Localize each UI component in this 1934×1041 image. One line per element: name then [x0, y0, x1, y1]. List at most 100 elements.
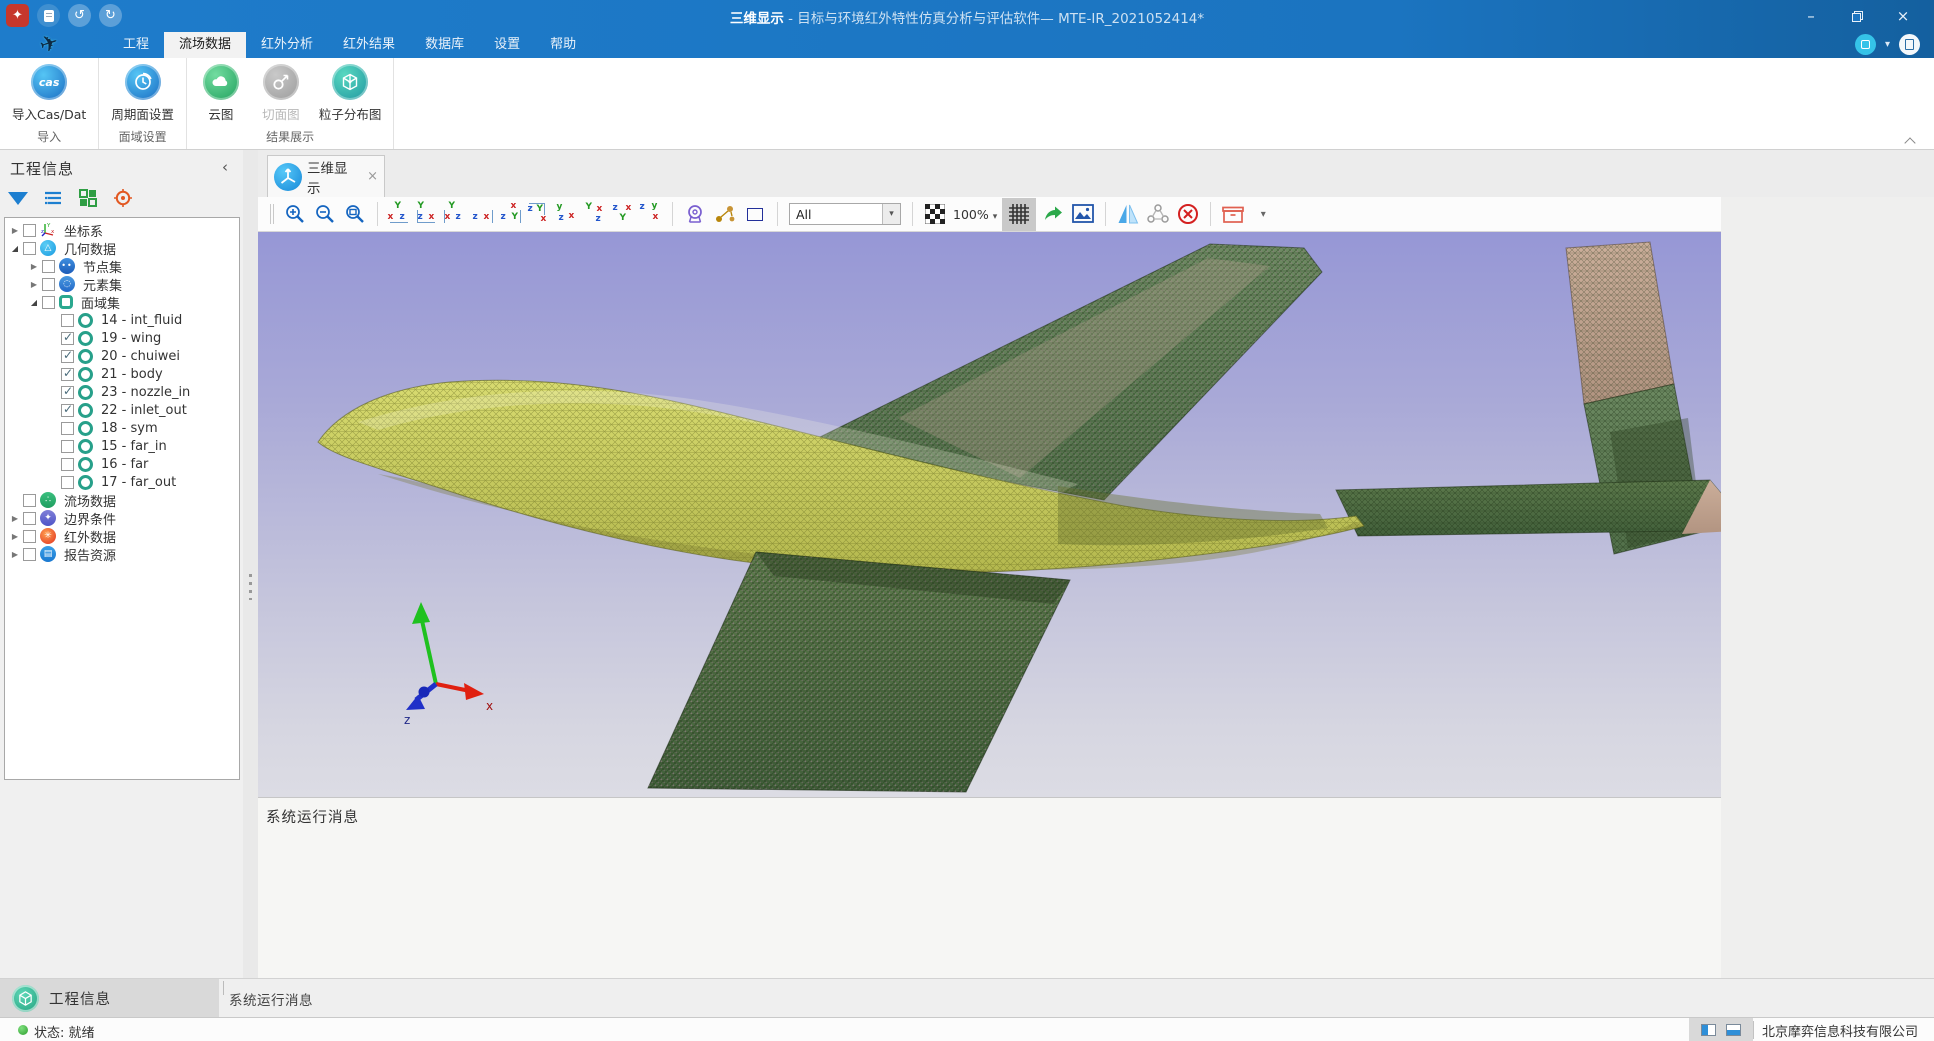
tree-item[interactable]: 22 - inlet_out [5, 401, 239, 419]
rect-select-icon[interactable] [742, 201, 768, 227]
menu-item-6[interactable]: 帮助 [535, 32, 591, 58]
tree-checkbox[interactable] [61, 350, 74, 363]
tree-item[interactable]: 23 - nozzle_in [5, 383, 239, 401]
tree-checkbox[interactable] [61, 476, 74, 489]
tree-checkbox[interactable] [61, 404, 74, 417]
ribbon-collapse-chevron-icon[interactable] [1906, 137, 1916, 143]
tree-expander-icon[interactable]: ▶ [9, 226, 21, 235]
tree-checkbox[interactable] [61, 368, 74, 381]
tree-item[interactable]: ∴流场数据 [5, 491, 239, 509]
menu-item-1[interactable]: 流场数据 [164, 32, 246, 58]
style-switcher-icon[interactable] [1855, 34, 1876, 55]
tree-expander-icon[interactable]: ▶ [28, 280, 40, 289]
tree-item[interactable]: ▶✳红外数据 [5, 527, 239, 545]
more-options-caret-icon[interactable]: ▾ [1250, 201, 1276, 227]
viewport-3d[interactable]: x z [258, 232, 1721, 797]
tree-item[interactable]: 20 - chuiwei [5, 347, 239, 365]
zoom-out-icon[interactable] [312, 201, 338, 227]
menu-item-2[interactable]: 红外分析 [246, 32, 328, 58]
view-left-icon[interactable]: Yxz [443, 202, 468, 227]
tree-expander-icon[interactable]: ▶ [9, 550, 21, 559]
menu-item-3[interactable]: 红外结果 [328, 32, 410, 58]
tree-item[interactable]: 18 - sym [5, 419, 239, 437]
tree-checkbox[interactable] [23, 224, 36, 237]
tree-checkbox[interactable] [42, 296, 55, 309]
tree-checkbox[interactable] [42, 278, 55, 291]
mirror-icon[interactable] [1115, 201, 1141, 227]
menu-item-4[interactable]: 数据库 [410, 32, 479, 58]
view-front-icon[interactable]: Yxz [387, 202, 412, 227]
dropdown-arrow-icon[interactable]: ▾ [882, 204, 900, 224]
particle-map-button[interactable]: 粒子分布图 [313, 62, 388, 127]
tree-expander-icon[interactable]: ◢ [28, 298, 40, 307]
dock-tab-project-info[interactable]: 工程信息 [0, 979, 219, 1018]
view-back-icon[interactable]: Yzx [415, 202, 440, 227]
camera-view-icon[interactable] [682, 201, 708, 227]
view-iso-3-icon[interactable]: zYx [611, 202, 636, 227]
delete-cancel-icon[interactable] [1175, 201, 1201, 227]
layout-split-vertical-icon[interactable] [1701, 1024, 1716, 1036]
tree-checkbox[interactable] [23, 512, 36, 525]
tree-checkbox[interactable] [42, 260, 55, 273]
view-top-icon[interactable]: xzY [499, 202, 524, 227]
tree-checkbox[interactable] [61, 458, 74, 471]
tree-checkbox[interactable] [61, 314, 74, 327]
tree-checkbox[interactable] [23, 548, 36, 561]
tree-checkbox[interactable] [61, 440, 74, 453]
mesh-grid-toggle-icon[interactable] [1002, 198, 1036, 231]
transparency-pattern-icon[interactable] [922, 201, 948, 227]
tree-expander-icon[interactable]: ▶ [9, 514, 21, 523]
grid-view-icon[interactable] [78, 188, 98, 208]
export-share-icon[interactable] [1040, 201, 1066, 227]
import-cas-dat-button[interactable]: cas 导入Cas/Dat [6, 62, 92, 127]
tree-checkbox[interactable] [23, 242, 36, 255]
display-mode-icon[interactable] [712, 201, 738, 227]
tree-item[interactable]: 14 - int_fluid [5, 311, 239, 329]
tree-item[interactable]: 15 - far_in [5, 437, 239, 455]
tree-item[interactable]: 16 - far [5, 455, 239, 473]
tree-expander-icon[interactable]: ▶ [28, 262, 40, 271]
help-book-icon[interactable] [1899, 34, 1920, 55]
tree-checkbox[interactable] [61, 332, 74, 345]
zoom-level-control[interactable]: 100% ▾ [953, 207, 997, 222]
view-iso-2-icon[interactable]: Yxz [583, 202, 608, 227]
tree-item[interactable]: ◢△几何数据 [5, 239, 239, 257]
menu-caret-icon[interactable]: ▾ [1885, 39, 1890, 50]
toolbar-grip[interactable] [270, 204, 274, 224]
tree-item[interactable]: ▶✦边界条件 [5, 509, 239, 527]
snapshot-image-icon[interactable] [1070, 201, 1096, 227]
panel-splitter[interactable] [243, 150, 258, 978]
display-filter-dropdown[interactable]: All ▾ [789, 203, 901, 225]
tree-item[interactable]: ◢面域集 [5, 293, 239, 311]
restore-button[interactable] [1834, 0, 1880, 32]
list-view-icon[interactable] [43, 188, 63, 208]
view-bottom-icon[interactable]: zYx [527, 202, 552, 227]
tree-item[interactable]: 19 - wing [5, 329, 239, 347]
zoom-fit-icon[interactable] [342, 201, 368, 227]
tree-item[interactable]: 17 - far_out [5, 473, 239, 491]
view-iso-4-icon[interactable]: zyx [639, 202, 664, 227]
locate-target-icon[interactable] [113, 188, 133, 208]
layout-split-horizontal-icon[interactable] [1726, 1024, 1741, 1036]
tree-item[interactable]: ▶Yxz坐标系 [5, 221, 239, 239]
minimize-button[interactable]: – [1788, 0, 1834, 32]
tree-expander-icon[interactable]: ▶ [9, 532, 21, 541]
menu-item-5[interactable]: 设置 [479, 32, 535, 58]
tree-checkbox[interactable] [23, 494, 36, 507]
menu-item-0[interactable]: 工程 [108, 32, 164, 58]
tree-item[interactable]: 21 - body [5, 365, 239, 383]
tree-checkbox[interactable] [61, 422, 74, 435]
tree-checkbox[interactable] [23, 530, 36, 543]
dock-tab-system-message[interactable]: 系统运行消息 [229, 979, 313, 1018]
assembly-icon[interactable] [1145, 201, 1171, 227]
panel-collapse-icon[interactable]: ‹ [222, 158, 228, 176]
tab-3d-display[interactable]: 三维显示 × [267, 155, 385, 197]
filter-triangle-icon[interactable] [8, 192, 28, 205]
tree-checkbox[interactable] [61, 386, 74, 399]
zoom-in-icon[interactable] [282, 201, 308, 227]
periodic-face-button[interactable]: 周期面设置 [105, 62, 180, 127]
tree-item[interactable]: ▶▤报告资源 [5, 545, 239, 563]
cloud-map-button[interactable]: 云图 [193, 62, 249, 127]
tree-expander-icon[interactable]: ◢ [9, 244, 21, 253]
close-button[interactable]: × [1880, 0, 1926, 32]
